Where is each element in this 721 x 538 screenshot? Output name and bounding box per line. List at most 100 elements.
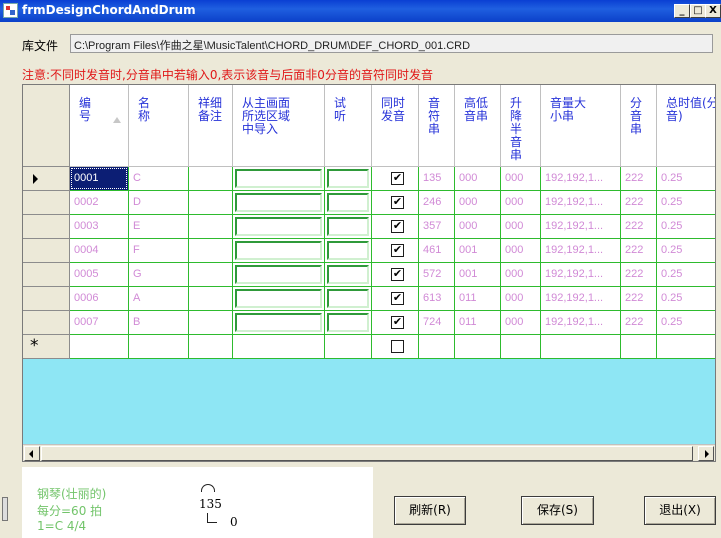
cell-remark[interactable] [189, 239, 233, 263]
cell-id[interactable]: 0004 [70, 239, 129, 263]
maximize-button[interactable]: □ [690, 4, 706, 18]
row-header[interactable] [23, 263, 70, 287]
cell-notes[interactable]: 135 [419, 167, 455, 191]
cell-accidental[interactable]: 000 [501, 191, 541, 215]
column-header-octave[interactable]: 高低 音串 [455, 85, 501, 167]
cell-octave[interactable]: 001 [455, 239, 501, 263]
preview-button[interactable] [327, 241, 369, 260]
cell-import[interactable] [233, 239, 325, 263]
column-header-duration[interactable]: 总时值(分 音) [657, 85, 715, 167]
cell-remark[interactable] [189, 311, 233, 335]
cell-import[interactable] [233, 167, 325, 191]
cell-id[interactable] [70, 335, 129, 359]
cell-split[interactable]: 222 [621, 215, 657, 239]
column-header-simultaneous[interactable]: 同时 发音 [372, 85, 419, 167]
minimize-button[interactable]: _ [674, 4, 690, 18]
preview-button[interactable] [327, 169, 369, 188]
cell-name[interactable]: G [129, 263, 189, 287]
import-button[interactable] [235, 265, 322, 284]
column-header-volume[interactable]: 音量大 小串 [541, 85, 621, 167]
cell-volume[interactable]: 192,192,1... [541, 263, 621, 287]
cell-duration[interactable]: 0.25 [657, 287, 715, 311]
simultaneous-checkbox[interactable]: ✔ [391, 268, 404, 281]
cell-notes[interactable]: 724 [419, 311, 455, 335]
cell-name[interactable]: A [129, 287, 189, 311]
table-row[interactable]: 0007 B ✔ 724 011 000 192,192,1... 222 0.25 [23, 311, 715, 335]
cell-remark[interactable] [189, 215, 233, 239]
scroll-left-icon[interactable] [24, 446, 40, 461]
cell-id[interactable]: 0003 [70, 215, 129, 239]
table-row[interactable]: 0004 F ✔ 461 001 000 192,192,1... 222 0.25 [23, 239, 715, 263]
cell-duration[interactable]: 0.25 [657, 311, 715, 335]
cell-volume[interactable]: 192,192,1... [541, 191, 621, 215]
import-button[interactable] [235, 169, 322, 188]
column-header-name[interactable]: 名 称 [129, 85, 189, 167]
import-button[interactable] [235, 241, 322, 260]
cell-notes[interactable] [419, 335, 455, 359]
cell-simultaneous[interactable]: ✔ [372, 215, 419, 239]
cell-accidental[interactable]: 000 [501, 239, 541, 263]
cell-octave[interactable]: 011 [455, 311, 501, 335]
cell-octave[interactable]: 011 [455, 287, 501, 311]
cell-preview[interactable] [325, 311, 372, 335]
cell-duration[interactable]: 0.25 [657, 215, 715, 239]
row-header[interactable] [23, 191, 70, 215]
simultaneous-checkbox[interactable]: ✔ [391, 220, 404, 233]
cell-preview[interactable] [325, 191, 372, 215]
simultaneous-checkbox[interactable]: ✔ [391, 292, 404, 305]
column-header-preview[interactable]: 试 听 [325, 85, 372, 167]
exit-button[interactable]: 退出(X) [644, 496, 716, 525]
save-button[interactable]: 保存(S) [521, 496, 594, 525]
cell-accidental[interactable]: 000 [501, 311, 541, 335]
splitter-handle[interactable] [2, 497, 8, 521]
cell-preview[interactable] [325, 263, 372, 287]
cell-simultaneous[interactable]: ✔ [372, 239, 419, 263]
cell-remark[interactable] [189, 263, 233, 287]
column-header-accidental[interactable]: 升 降 半 音 串 [501, 85, 541, 167]
cell-volume[interactable]: 192,192,1... [541, 215, 621, 239]
cell-name[interactable]: E [129, 215, 189, 239]
cell-notes[interactable]: 613 [419, 287, 455, 311]
cell-simultaneous[interactable] [372, 335, 419, 359]
preview-button[interactable] [327, 313, 369, 332]
column-header-split[interactable]: 分 音 串 [621, 85, 657, 167]
cell-duration[interactable] [657, 335, 715, 359]
cell-duration[interactable]: 0.25 [657, 191, 715, 215]
column-header-remark[interactable]: 祥细 备注 [189, 85, 233, 167]
cell-remark[interactable] [189, 167, 233, 191]
cell-preview[interactable] [325, 287, 372, 311]
cell-accidental[interactable] [501, 335, 541, 359]
cell-volume[interactable]: 192,192,1... [541, 287, 621, 311]
cell-duration[interactable]: 0.25 [657, 239, 715, 263]
cell-import[interactable] [233, 191, 325, 215]
cell-remark[interactable] [189, 335, 233, 359]
horizontal-scrollbar[interactable] [23, 444, 715, 461]
cell-simultaneous[interactable]: ✔ [372, 263, 419, 287]
cell-accidental[interactable]: 000 [501, 167, 541, 191]
cell-id[interactable]: 0002 [70, 191, 129, 215]
cell-remark[interactable] [189, 191, 233, 215]
cell-import[interactable] [233, 263, 325, 287]
cell-preview[interactable] [325, 335, 372, 359]
preview-button[interactable] [327, 265, 369, 284]
cell-import[interactable] [233, 311, 325, 335]
cell-volume[interactable]: 192,192,1... [541, 311, 621, 335]
cell-preview[interactable] [325, 239, 372, 263]
new-row[interactable]: * [23, 335, 715, 359]
row-header[interactable] [23, 167, 70, 191]
cell-volume[interactable]: 192,192,1... [541, 167, 621, 191]
simultaneous-checkbox[interactable] [391, 340, 404, 353]
cell-simultaneous[interactable]: ✔ [372, 311, 419, 335]
refresh-button[interactable]: 刷新(R) [394, 496, 466, 525]
close-button[interactable]: X [705, 4, 721, 18]
cell-split[interactable]: 222 [621, 263, 657, 287]
cell-octave[interactable]: 000 [455, 215, 501, 239]
cell-split[interactable]: 222 [621, 239, 657, 263]
chord-grid[interactable]: 编 号 名 称 祥细 备注 从主画面 所选区域 中导入 试 听 同时 发音 音 符 串 高低 … [22, 84, 716, 462]
preview-button[interactable] [327, 193, 369, 212]
column-header-id[interactable]: 编 号 [70, 85, 129, 167]
cell-split[interactable]: 222 [621, 191, 657, 215]
cell-simultaneous[interactable]: ✔ [372, 287, 419, 311]
table-row[interactable]: 0005 G ✔ 572 001 000 192,192,1... 222 0.25 [23, 263, 715, 287]
cell-name[interactable]: F [129, 239, 189, 263]
